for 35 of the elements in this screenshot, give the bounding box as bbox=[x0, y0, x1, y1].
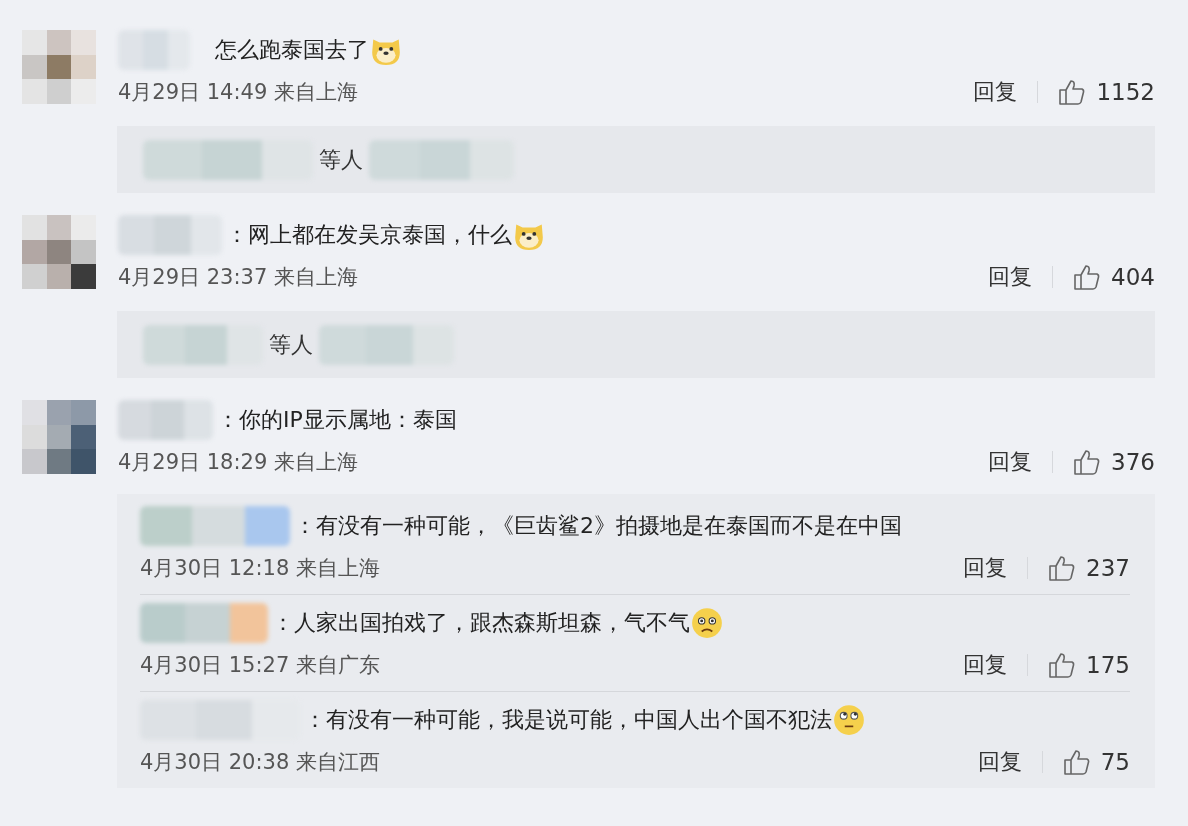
comment-meta: 4月30日 20:38 来自江西 bbox=[140, 749, 380, 776]
thumbs-up-icon[interactable] bbox=[1048, 554, 1077, 582]
reply-button[interactable]: 回复 bbox=[963, 650, 1008, 680]
thumbs-up-icon[interactable] bbox=[1073, 263, 1102, 291]
liked-by-text: 等人 bbox=[269, 330, 313, 359]
blurred-name bbox=[118, 30, 190, 70]
reply-button[interactable]: 回复 bbox=[973, 77, 1018, 107]
reply-button[interactable]: 回复 bbox=[988, 262, 1033, 292]
thumbs-up-icon[interactable] bbox=[1048, 651, 1077, 679]
thumbs-up-icon[interactable] bbox=[1062, 748, 1091, 776]
like-count: 376 bbox=[1111, 449, 1155, 475]
like-count: 237 bbox=[1086, 555, 1130, 581]
thumbs-up-icon[interactable] bbox=[1073, 448, 1102, 476]
comment-meta: 4月29日 18:29 来自上海 bbox=[118, 449, 358, 476]
comment-text: ：人家出国拍戏了，跟杰森斯坦森，气不气 bbox=[272, 609, 690, 637]
comment-meta: 4月29日 14:49 来自上海 bbox=[118, 79, 358, 106]
comment-text: 怎么跑泰国去了 bbox=[215, 36, 369, 64]
comment-meta: 4月29日 23:37 来自上海 bbox=[118, 264, 358, 291]
like-count: 404 bbox=[1111, 264, 1155, 290]
liked-by-text: 等人 bbox=[319, 145, 363, 174]
comment-text: ：网上都在发吴京泰国，什么 bbox=[226, 221, 512, 249]
reply-button[interactable]: 回复 bbox=[963, 553, 1008, 583]
avatar[interactable] bbox=[22, 400, 96, 474]
like-count: 75 bbox=[1100, 749, 1130, 775]
thumbs-up-icon[interactable] bbox=[1058, 78, 1087, 106]
comment-text: ：有没有一种可能，《巨齿鲨2》拍摄地是在泰国而不是在中国 bbox=[294, 512, 902, 540]
comment-text: ：你的IP显示属地：泰国 bbox=[217, 406, 457, 434]
comment-meta: 4月30日 15:27 来自广东 bbox=[140, 652, 380, 679]
like-count: 175 bbox=[1086, 652, 1130, 678]
avatar[interactable] bbox=[22, 215, 96, 289]
comment-meta: 4月30日 12:18 来自上海 bbox=[140, 555, 380, 582]
like-count: 1152 bbox=[1096, 79, 1155, 105]
reply-button[interactable]: 回复 bbox=[977, 747, 1022, 777]
comment-text: ：有没有一种可能，我是说可能，中国人出个国不犯法 bbox=[304, 706, 832, 734]
reply-button[interactable]: 回复 bbox=[988, 447, 1033, 477]
